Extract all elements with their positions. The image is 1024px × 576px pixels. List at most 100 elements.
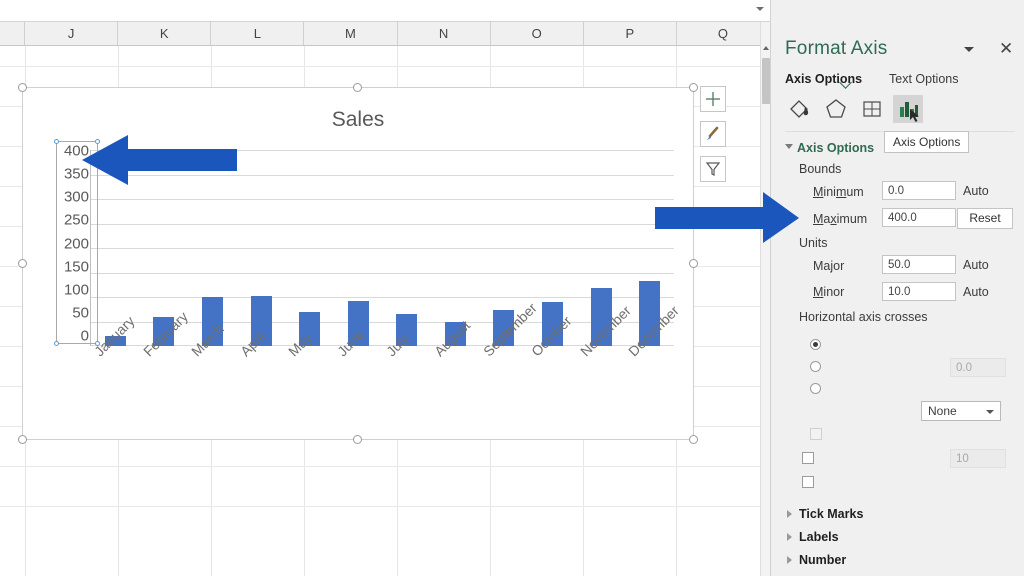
- section-collapse-icon[interactable]: [787, 556, 792, 564]
- chart-styles-button[interactable]: [700, 121, 726, 147]
- column-header-m[interactable]: M: [304, 22, 398, 45]
- panel-menu-chevron-icon[interactable]: [964, 47, 974, 52]
- formula-bar-expand-icon[interactable]: [756, 7, 764, 11]
- section-collapse-icon[interactable]: [787, 510, 792, 518]
- value-axis-tick-label: 200: [63, 235, 89, 252]
- column-header-p[interactable]: P: [584, 22, 677, 45]
- chart-resize-handle[interactable]: [353, 83, 362, 92]
- bar-slot[interactable]: [285, 150, 334, 346]
- display-units-dropdown[interactable]: None: [921, 401, 1001, 421]
- minor-auto-button[interactable]: Auto: [963, 285, 989, 299]
- fill-line-icon[interactable]: [785, 95, 815, 123]
- checkbox-show-display-units[interactable]: [810, 428, 822, 440]
- chevron-down-icon[interactable]: [986, 410, 994, 414]
- grid-line-horizontal: [0, 66, 770, 67]
- panel-tab-row: Axis Options Text Options: [785, 72, 1015, 90]
- right-pointing-arrow-annotation: [655, 192, 799, 243]
- chart-title[interactable]: Sales: [23, 108, 693, 132]
- category-axis-labels[interactable]: January February March April May June July Augu…: [91, 300, 682, 438]
- chart-resize-handle[interactable]: [689, 258, 698, 268]
- column-header-l[interactable]: L: [211, 22, 305, 45]
- chart-resize-handle[interactable]: [353, 435, 362, 444]
- minor-unit-input[interactable]: 10.0: [882, 282, 956, 301]
- label-minor: Minor: [813, 285, 845, 299]
- label-minimum: Minimum: [813, 185, 864, 199]
- scrollbar-thumb[interactable]: [762, 58, 770, 104]
- size-properties-icon[interactable]: [857, 95, 887, 123]
- column-header-k[interactable]: K: [118, 22, 212, 45]
- category-label-slot: May: [285, 329, 333, 364]
- chart-resize-handle[interactable]: [18, 435, 27, 444]
- group-label-units: Units: [799, 236, 828, 250]
- chart-resize-handle[interactable]: [689, 435, 698, 444]
- chart-resize-handle[interactable]: [18, 258, 27, 268]
- maximum-reset-button[interactable]: Reset: [957, 208, 1013, 229]
- category-label-slot: December: [625, 302, 682, 364]
- value-axis-tick-label: 100: [63, 281, 89, 299]
- column-header-o[interactable]: O: [491, 22, 584, 45]
- chart-elements-button[interactable]: [700, 86, 726, 112]
- bar-slot[interactable]: [237, 150, 286, 346]
- tab-text-options[interactable]: Text Options: [889, 72, 958, 86]
- checkbox-values-reverse-order[interactable]: [802, 476, 814, 488]
- chart-resize-handle[interactable]: [18, 83, 27, 92]
- column-header-n[interactable]: N: [398, 22, 491, 45]
- label-major: Major: [813, 259, 845, 273]
- group-label-bounds: Bounds: [799, 162, 842, 176]
- grid-line-horizontal: [0, 506, 770, 507]
- section-header-axis-options[interactable]: Axis Options: [797, 141, 874, 155]
- radio-automatic[interactable]: [810, 339, 821, 350]
- log-base-input[interactable]: 10: [950, 449, 1006, 468]
- left-pointing-arrow-annotation: [82, 135, 237, 185]
- category-label-slot: July: [383, 330, 431, 364]
- category-label-slot: February: [140, 308, 191, 364]
- section-header-number[interactable]: Number: [799, 553, 846, 567]
- section-expand-icon[interactable]: [785, 144, 793, 149]
- bar-slot[interactable]: [382, 150, 431, 346]
- category-label-slot: November: [577, 302, 634, 364]
- section-header-tick-marks[interactable]: Tick Marks: [799, 507, 863, 521]
- bar-slot[interactable]: [528, 150, 577, 346]
- scroll-up-icon[interactable]: [763, 46, 769, 50]
- formula-bar[interactable]: [0, 0, 770, 22]
- radio-maximum-axis-value[interactable]: [810, 383, 821, 394]
- label-maximum: Maximum: [813, 212, 868, 226]
- category-label-slot: January: [91, 313, 139, 364]
- category-label-slot: September: [480, 300, 540, 364]
- chart-side-buttons[interactable]: [700, 86, 726, 191]
- display-units-value: None: [928, 404, 957, 418]
- value-axis-tick-label: 300: [63, 188, 89, 206]
- value-axis-tick-label: 50: [72, 304, 89, 322]
- section-collapse-icon[interactable]: [787, 533, 792, 541]
- axis-value-input[interactable]: 0.0: [950, 358, 1006, 377]
- effects-icon[interactable]: [821, 95, 851, 123]
- section-header-labels[interactable]: Labels: [799, 530, 839, 544]
- checkbox-logarithmic-scale[interactable]: [802, 452, 814, 464]
- category-label-slot: June: [334, 327, 382, 364]
- category-label-slot: October: [528, 313, 576, 364]
- minimum-bound-input[interactable]: 0.0: [882, 181, 956, 200]
- major-unit-input[interactable]: 50.0: [882, 255, 956, 274]
- minimum-auto-button[interactable]: Auto: [963, 184, 989, 198]
- bar-slot[interactable]: [431, 150, 480, 346]
- bar-slot[interactable]: [334, 150, 383, 346]
- chart-filters-button[interactable]: [700, 156, 726, 182]
- chart-resize-handle[interactable]: [689, 83, 698, 92]
- sheet-corner[interactable]: [0, 22, 25, 45]
- close-icon[interactable]: ✕: [999, 40, 1013, 57]
- category-label-slot: August: [431, 317, 479, 364]
- category-label-slot: March: [188, 320, 236, 364]
- major-auto-button[interactable]: Auto: [963, 258, 989, 272]
- column-header-q[interactable]: Q: [677, 22, 770, 45]
- value-axis-tick-label: 150: [63, 258, 89, 276]
- maximum-bound-input[interactable]: 400.0: [882, 208, 956, 227]
- radio-axis-value[interactable]: [810, 361, 821, 372]
- worksheet-vertical-scrollbar[interactable]: [760, 22, 770, 576]
- column-header-j[interactable]: J: [25, 22, 119, 45]
- tab-axis-options[interactable]: Axis Options: [785, 72, 862, 86]
- grid-line-horizontal: [0, 466, 770, 467]
- panel-title: Format Axis: [785, 38, 888, 59]
- category-label-slot: April: [237, 328, 285, 364]
- axis-options-icon[interactable]: [893, 95, 923, 123]
- value-axis-tick-label: 0: [80, 327, 89, 345]
